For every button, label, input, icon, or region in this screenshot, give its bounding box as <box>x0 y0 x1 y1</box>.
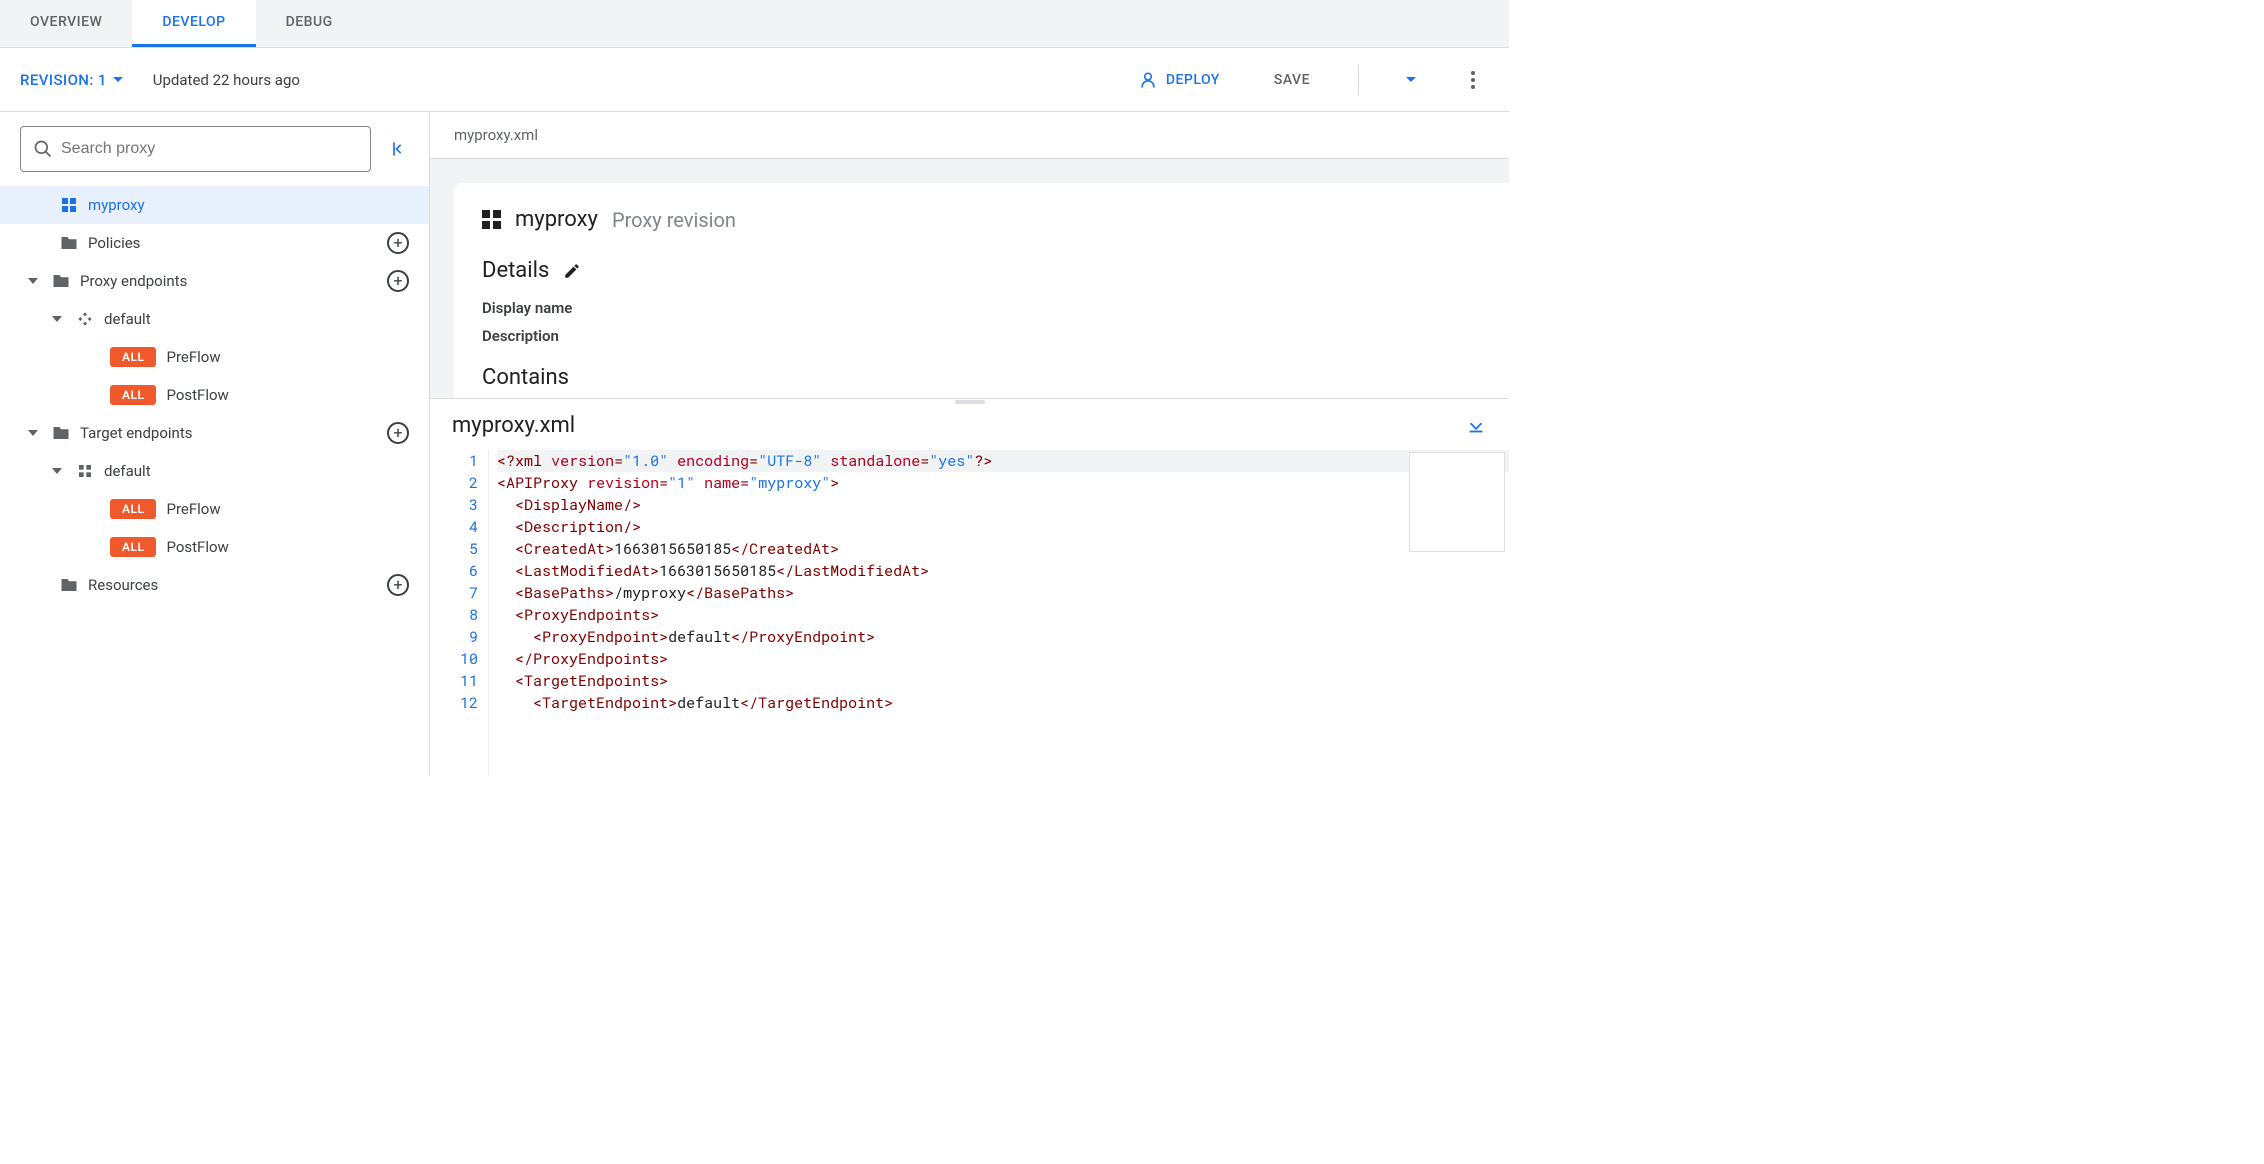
tree-label: Resources <box>88 576 377 594</box>
chevron-down-icon <box>1406 77 1416 82</box>
target-icon <box>76 462 94 480</box>
tab-overview[interactable]: OVERVIEW <box>0 0 132 47</box>
expand-toggle[interactable] <box>48 316 66 322</box>
tree-node-target-default[interactable]: default <box>0 452 429 490</box>
edit-details-button[interactable] <box>563 262 581 280</box>
revision-label: REVISION: 1 <box>20 71 107 89</box>
folder-icon <box>52 272 70 290</box>
tree-node-resources[interactable]: Resources + <box>0 566 429 604</box>
tree-node-myproxy[interactable]: myproxy <box>0 186 429 224</box>
tree-node-target-postflow[interactable]: ALL PostFlow <box>0 528 429 566</box>
all-badge: ALL <box>110 537 156 557</box>
save-button[interactable]: SAVE <box>1262 66 1322 94</box>
all-badge: ALL <box>110 385 156 405</box>
kebab-icon <box>1471 71 1475 89</box>
expand-toggle[interactable] <box>48 468 66 474</box>
add-policy-button[interactable]: + <box>387 232 409 254</box>
chevron-down-icon <box>28 430 38 436</box>
code-body[interactable]: <?xml version="1.0" encoding="UTF-8" sta… <box>489 450 1509 776</box>
editor-title: myproxy.xml <box>452 413 575 438</box>
code-area[interactable]: 1 2 3 4 5 6 7 8 9 10 11 12 <?xml version… <box>430 450 1509 776</box>
proxy-tree: myproxy Policies + Proxy endpoints + <box>0 186 429 776</box>
tree-node-target-preflow[interactable]: ALL PreFlow <box>0 490 429 528</box>
add-resource-button[interactable]: + <box>387 574 409 596</box>
search-icon <box>33 139 53 159</box>
folder-icon <box>60 234 78 252</box>
tree-label: default <box>104 462 409 480</box>
chevron-down-icon <box>52 316 62 322</box>
search-proxy-input[interactable] <box>61 140 358 158</box>
proxy-subtitle: Proxy revision <box>612 208 736 232</box>
expand-toggle[interactable] <box>24 278 42 284</box>
search-proxy-input-wrap[interactable] <box>20 126 371 172</box>
tree-label: myproxy <box>88 196 409 214</box>
all-badge: ALL <box>110 347 156 367</box>
pencil-icon <box>563 262 581 280</box>
tree-node-proxy-default[interactable]: default <box>0 300 429 338</box>
overflow-menu-button[interactable] <box>1457 64 1489 96</box>
tree-node-policies[interactable]: Policies + <box>0 224 429 262</box>
top-tabs: OVERVIEW DEVELOP DEBUG <box>0 0 1509 48</box>
grid-icon <box>60 196 78 214</box>
chevron-down-icon <box>52 468 62 474</box>
editor-expand-button[interactable] <box>1465 415 1487 437</box>
line-gutter: 1 2 3 4 5 6 7 8 9 10 11 12 <box>430 450 489 776</box>
proxy-name: myproxy <box>515 207 598 232</box>
add-proxy-endpoint-button[interactable]: + <box>387 270 409 292</box>
updated-text: Updated 22 hours ago <box>153 71 300 89</box>
endpoint-icon <box>76 310 94 328</box>
display-name-label: Display name <box>482 299 1481 317</box>
tree-node-target-endpoints[interactable]: Target endpoints + <box>0 414 429 452</box>
folder-icon <box>60 576 78 594</box>
tree-label: Policies <box>88 234 377 252</box>
collapse-sidebar-button[interactable] <box>383 133 415 165</box>
subheader: REVISION: 1 Updated 22 hours ago DEPLOY … <box>0 48 1509 112</box>
revision-dropdown[interactable]: REVISION: 1 <box>20 71 123 89</box>
grid-icon <box>482 210 501 229</box>
tree-node-proxy-postflow[interactable]: ALL PostFlow <box>0 376 429 414</box>
deploy-icon <box>1138 70 1158 90</box>
collapse-left-icon <box>389 139 409 159</box>
tab-debug[interactable]: DEBUG <box>256 0 363 47</box>
tree-label: Proxy endpoints <box>80 272 377 290</box>
contains-heading: Contains <box>482 365 1481 390</box>
chevron-down-icon <box>113 77 123 82</box>
deploy-button[interactable]: DEPLOY <box>1126 64 1232 96</box>
add-target-endpoint-button[interactable]: + <box>387 422 409 444</box>
code-editor: myproxy.xml 1 2 3 4 5 6 7 8 9 <box>430 398 1509 776</box>
content: myproxy.xml myproxy Proxy revision Detai… <box>430 112 1509 776</box>
details-heading: Details <box>482 258 1481 283</box>
divider <box>1358 65 1359 95</box>
chevron-down-icon <box>28 278 38 284</box>
tree-label: PreFlow <box>166 348 409 366</box>
proxy-detail-card: myproxy Proxy revision Details Display n… <box>454 183 1509 398</box>
tree-node-proxy-preflow[interactable]: ALL PreFlow <box>0 338 429 376</box>
expand-down-icon <box>1465 415 1487 437</box>
folder-icon <box>52 424 70 442</box>
tree-label: default <box>104 310 409 328</box>
tree-label: PostFlow <box>166 538 409 556</box>
tree-label: PreFlow <box>166 500 409 518</box>
expand-toggle[interactable] <box>24 430 42 436</box>
tree-label: PostFlow <box>166 386 409 404</box>
description-label: Description <box>482 327 1481 345</box>
tab-develop[interactable]: DEVELOP <box>132 0 255 47</box>
breadcrumb: myproxy.xml <box>430 112 1509 159</box>
tree-node-proxy-endpoints[interactable]: Proxy endpoints + <box>0 262 429 300</box>
save-dropdown-button[interactable] <box>1395 64 1427 96</box>
tree-label: Target endpoints <box>80 424 377 442</box>
all-badge: ALL <box>110 499 156 519</box>
sidebar: myproxy Policies + Proxy endpoints + <box>0 112 430 776</box>
code-minimap[interactable] <box>1409 452 1505 552</box>
